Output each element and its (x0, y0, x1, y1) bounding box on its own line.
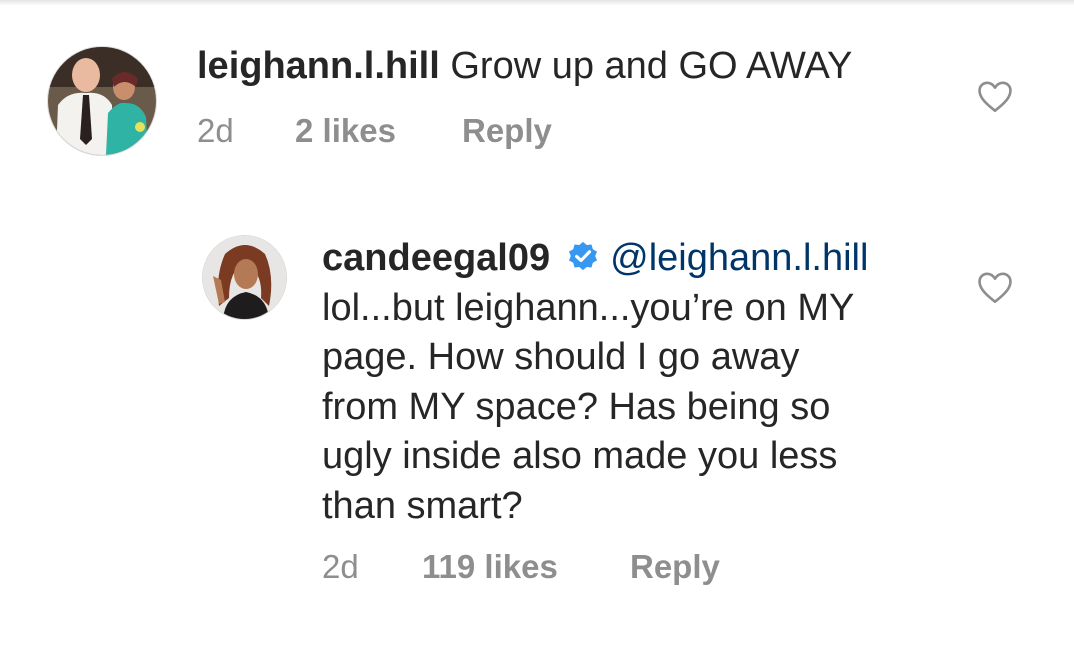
reply-button[interactable]: Reply (630, 548, 720, 586)
likes-count[interactable]: 119 likes (422, 548, 558, 586)
avatar[interactable] (48, 47, 156, 155)
comment-text: candeegal09 @leighann.l.hill lol...but l… (322, 234, 868, 531)
comment-line: from MY space? Has being so (322, 385, 831, 428)
comment-text: leighann.l.hill Grow up and GO AWAY (197, 42, 852, 92)
comment-line: ugly inside also made you less (322, 435, 838, 477)
top-divider (0, 0, 1074, 6)
timestamp: 2d (322, 548, 359, 585)
comment-body: Grow up and GO AWAY (439, 45, 853, 87)
username-link[interactable]: leighann.l.hill (197, 45, 440, 87)
comment-first-line: candeegal09 @leighann.l.hill (322, 234, 868, 284)
comment-line: lol...but leighann...you’re on MY (322, 286, 855, 329)
likes-count[interactable]: 2 likes (295, 112, 396, 150)
verified-badge-icon (569, 241, 598, 271)
heart-outline-icon[interactable] (976, 79, 1014, 113)
comment-line: than smart? (322, 484, 523, 527)
timestamp: 2d (197, 112, 234, 149)
heart-outline-icon[interactable] (976, 270, 1014, 304)
comment-line: page. How should I go away (322, 336, 800, 378)
mention-link[interactable]: @leighann.l.hill (610, 237, 868, 279)
username-link[interactable]: candeegal09 (322, 237, 550, 279)
avatar[interactable] (203, 236, 286, 319)
reply-button[interactable]: Reply (462, 112, 552, 150)
